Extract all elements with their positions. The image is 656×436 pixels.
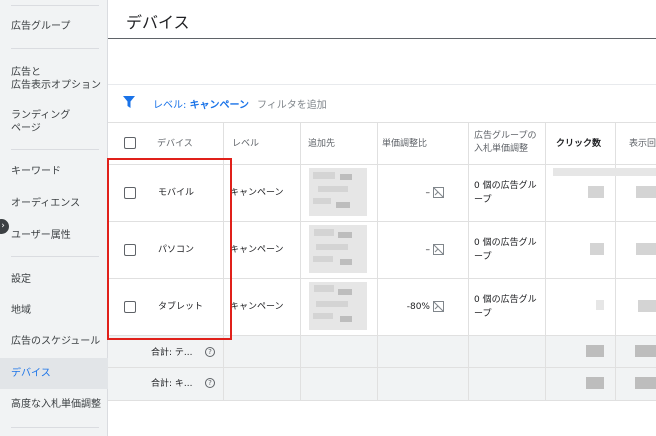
sidebar-item-landing-line1[interactable]: ランディング bbox=[11, 109, 70, 123]
header-divider bbox=[108, 38, 656, 39]
level-value: キャンペーン bbox=[230, 302, 284, 312]
select-all-checkbox[interactable] bbox=[124, 137, 136, 149]
sidebar-divider bbox=[11, 5, 99, 6]
bid-adjustment-value[interactable]: -80% bbox=[398, 300, 430, 314]
filter-level-value: キャンペーン bbox=[189, 100, 250, 111]
adgroup-bid-line1: 0 個の広告グル bbox=[474, 181, 537, 191]
total-label: 合計: キ... bbox=[151, 379, 193, 389]
adgroup-bid-line1: 0 個の広告グル bbox=[474, 238, 537, 248]
sidebar-item-locations[interactable]: 地域 bbox=[11, 304, 31, 318]
sidebar-divider bbox=[11, 48, 99, 49]
no-image-icon[interactable] bbox=[433, 187, 444, 198]
column-header-level[interactable]: レベル bbox=[232, 138, 259, 151]
filter-icon[interactable] bbox=[123, 96, 135, 108]
sidebar-item-audiences[interactable]: オーディエンス bbox=[11, 197, 80, 211]
sidebar-divider bbox=[11, 427, 99, 428]
sidebar-item-advanced-bid[interactable]: 高度な入札単価調整 bbox=[11, 398, 101, 412]
column-header-adgroup-bid-line1[interactable]: 広告グループの bbox=[474, 130, 536, 143]
sidebar-divider bbox=[11, 256, 99, 257]
column-header-impressions[interactable]: 表示回 bbox=[629, 138, 656, 151]
level-value: キャンペーン bbox=[230, 245, 284, 255]
sidebar-item-keywords[interactable]: キーワード bbox=[11, 165, 61, 179]
adgroup-bid-line2: ープ bbox=[474, 309, 492, 319]
sidebar-item-ads-line2[interactable]: 広告表示オプション bbox=[11, 79, 101, 93]
sidebar-item-ad-schedule[interactable]: 広告のスケジュール bbox=[11, 335, 100, 349]
highlight-annotation bbox=[107, 158, 232, 340]
filter-chip-level[interactable]: レベル: キャンペーン bbox=[153, 96, 249, 111]
sidebar-item-landing-line2[interactable]: ページ bbox=[11, 122, 41, 136]
sidebar-item-settings[interactable]: 設定 bbox=[11, 273, 31, 287]
no-image-icon[interactable] bbox=[433, 301, 444, 312]
filter-level-prefix: レベル: bbox=[153, 100, 190, 111]
adgroup-bid-line2: ープ bbox=[474, 195, 492, 205]
sidebar-item-devices[interactable]: デバイス bbox=[11, 367, 51, 381]
sidebar-item-ads-line1[interactable]: 広告と bbox=[11, 66, 41, 80]
adgroup-bid-line1: 0 個の広告グル bbox=[474, 295, 537, 305]
column-header-clicks[interactable]: クリック数 bbox=[556, 138, 601, 151]
help-icon[interactable]: ? bbox=[205, 347, 215, 357]
no-image-icon[interactable] bbox=[433, 244, 444, 255]
page-title: デバイス bbox=[126, 13, 190, 32]
column-header-bid-adjustment[interactable]: 単価調整比 bbox=[382, 138, 427, 151]
toolbar-divider bbox=[108, 84, 656, 85]
adgroup-bid-line2: ープ bbox=[474, 252, 492, 262]
bid-adjustment-value[interactable]: – bbox=[408, 243, 431, 257]
help-icon[interactable]: ? bbox=[205, 378, 215, 388]
column-header-device[interactable]: デバイス bbox=[157, 138, 193, 151]
sidebar-divider bbox=[11, 149, 99, 150]
sidebar-item-demographics[interactable]: ユーザー属性 bbox=[11, 229, 71, 243]
bid-adjustment-value[interactable]: – bbox=[408, 186, 431, 200]
level-value: キャンペーン bbox=[230, 188, 284, 198]
sidebar: 広告グループ 広告と 広告表示オプション ランディング ページ キーワード オー… bbox=[0, 0, 108, 436]
sidebar-item-ad-groups[interactable]: 広告グループ bbox=[11, 20, 70, 34]
column-header-adgroup-bid-line2[interactable]: 入札単価調整 bbox=[474, 143, 528, 156]
add-filter-button[interactable]: フィルタを追加 bbox=[257, 96, 327, 111]
total-label: 合計: テ... bbox=[151, 348, 193, 358]
column-header-added-to[interactable]: 追加先 bbox=[308, 138, 335, 151]
